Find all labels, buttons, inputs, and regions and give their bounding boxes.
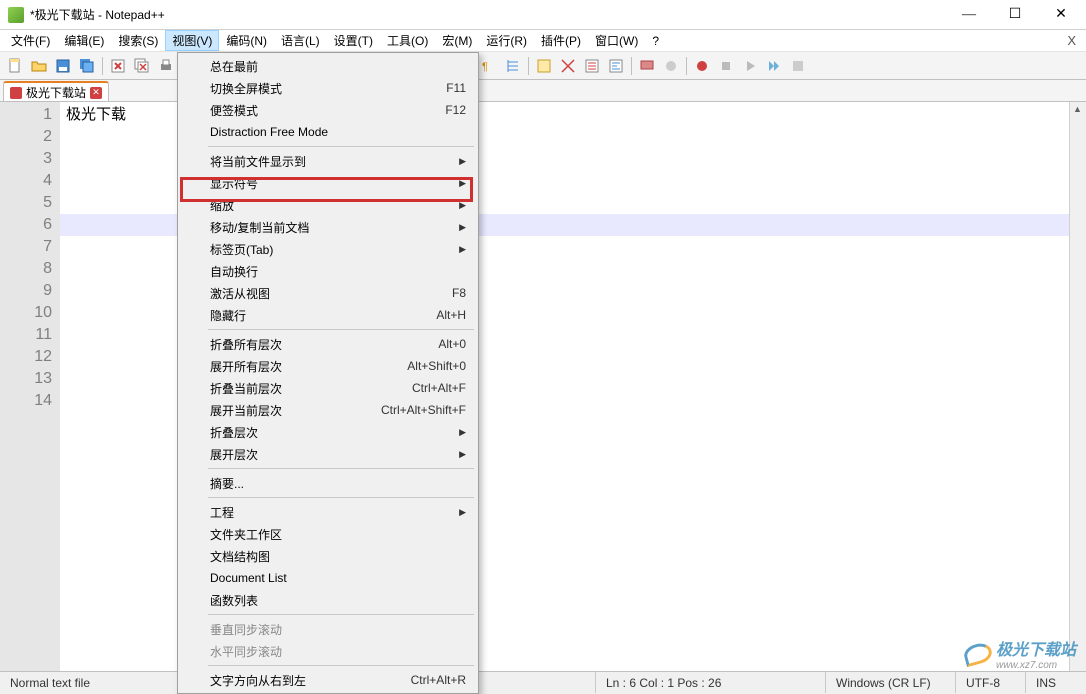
save-macro-icon	[787, 55, 809, 77]
file-tab[interactable]: 极光下载站 ✕	[3, 81, 109, 101]
menu-close-x[interactable]: X	[1067, 33, 1076, 48]
menu-doc-list[interactable]: Document List	[180, 567, 476, 589]
line-number-gutter: 1 2 3 4 5 6 7 8 9 10 11 12 13 14	[0, 102, 60, 690]
menu-settings[interactable]: 设置(T)	[327, 30, 380, 51]
menu-rtl[interactable]: 文字方向从右到左Ctrl+Alt+R	[180, 669, 476, 691]
menu-show-symbol[interactable]: 显示符号▶	[180, 172, 476, 194]
print-icon[interactable]	[155, 55, 177, 77]
menu-distraction-free[interactable]: Distraction Free Mode	[180, 121, 476, 143]
menu-project[interactable]: 工程▶	[180, 501, 476, 523]
menu-file[interactable]: 文件(F)	[4, 30, 57, 51]
status-insert-mode: INS	[1026, 672, 1086, 693]
menu-window[interactable]: 窗口(W)	[588, 30, 645, 51]
status-position: Ln : 6 Col : 1 Pos : 26	[596, 672, 826, 693]
menu-unfold-all[interactable]: 展开所有层次Alt+Shift+0	[180, 355, 476, 377]
menu-wordwrap[interactable]: 自动换行	[180, 260, 476, 282]
open-file-icon[interactable]	[28, 55, 50, 77]
show-all-icon[interactable]: ¶	[478, 55, 500, 77]
app-icon	[8, 7, 24, 23]
menu-run[interactable]: 运行(R)	[479, 30, 534, 51]
status-bar: Normal text file Ln : 6 Col : 1 Pos : 26…	[0, 671, 1086, 693]
menu-zoom[interactable]: 缩放▶	[180, 194, 476, 216]
save-all-icon[interactable]	[76, 55, 98, 77]
vertical-scrollbar[interactable]	[1069, 102, 1086, 690]
menu-move-clone[interactable]: 移动/复制当前文档▶	[180, 216, 476, 238]
func-list-icon[interactable]	[581, 55, 603, 77]
menu-folder-workspace[interactable]: 文件夹工作区	[180, 523, 476, 545]
menu-fold-all[interactable]: 折叠所有层次Alt+0	[180, 333, 476, 355]
menu-macro[interactable]: 宏(M)	[435, 30, 479, 51]
modified-icon	[10, 87, 22, 99]
menu-summary[interactable]: 摘要...	[180, 472, 476, 494]
window-title: *极光下载站 - Notepad++	[30, 6, 946, 23]
folder-ws-icon[interactable]	[605, 55, 627, 77]
tab-bar: 极光下载站 ✕	[0, 80, 1086, 102]
menu-view[interactable]: 视图(V)	[165, 30, 219, 51]
menu-focus-view[interactable]: 激活从视图F8	[180, 282, 476, 304]
minimize-button[interactable]: —	[946, 0, 992, 30]
menu-plugins[interactable]: 插件(P)	[534, 30, 588, 51]
close-button[interactable]: ✕	[1038, 0, 1084, 30]
status-filetype: Normal text file	[0, 672, 180, 693]
menu-encoding[interactable]: 编码(N)	[219, 30, 274, 51]
maximize-button[interactable]: ☐	[992, 0, 1038, 30]
menu-unfold-level[interactable]: 展开层次▶	[180, 443, 476, 465]
monitor-icon[interactable]	[636, 55, 658, 77]
watermark: 极光下载站 www.xz7.com	[964, 636, 1076, 671]
close-all-icon[interactable]	[131, 55, 153, 77]
menu-vsync: 垂直同步滚动	[180, 618, 476, 640]
svg-text:¶: ¶	[482, 61, 488, 73]
status-encoding: UTF-8	[956, 672, 1026, 693]
indent-guide-icon[interactable]	[502, 55, 524, 77]
menu-search[interactable]: 搜索(S)	[111, 30, 165, 51]
editor: 1 2 3 4 5 6 7 8 9 10 11 12 13 14 极光下载	[0, 102, 1086, 690]
record-icon[interactable]	[691, 55, 713, 77]
doc-map-icon[interactable]	[557, 55, 579, 77]
watermark-text: 极光下载站	[996, 636, 1076, 660]
save-icon[interactable]	[52, 55, 74, 77]
menu-hsync: 水平同步滚动	[180, 640, 476, 662]
monitor-off-icon	[660, 55, 682, 77]
menu-help[interactable]: ?	[645, 32, 666, 50]
stop-icon	[715, 55, 737, 77]
tab-close-icon[interactable]: ✕	[90, 87, 102, 99]
menu-language[interactable]: 语言(L)	[274, 30, 327, 51]
menu-unfold-current[interactable]: 展开当前层次Ctrl+Alt+Shift+F	[180, 399, 476, 421]
menu-hide-lines[interactable]: 隐藏行Alt+H	[180, 304, 476, 326]
menu-doc-map[interactable]: 文档结构图	[180, 545, 476, 567]
watermark-logo-icon	[962, 640, 994, 667]
menu-bar: 文件(F) 编辑(E) 搜索(S) 视图(V) 编码(N) 语言(L) 设置(T…	[0, 30, 1086, 52]
menu-fullscreen[interactable]: 切换全屏模式F11	[180, 77, 476, 99]
watermark-url: www.xz7.com	[996, 660, 1076, 671]
play-icon	[739, 55, 761, 77]
play-multi-icon	[763, 55, 785, 77]
close-file-icon[interactable]	[107, 55, 129, 77]
menu-postit[interactable]: 便签模式F12	[180, 99, 476, 121]
menu-fold-current[interactable]: 折叠当前层次Ctrl+Alt+F	[180, 377, 476, 399]
menu-tab-page[interactable]: 标签页(Tab)▶	[180, 238, 476, 260]
toolbar: ¶	[0, 52, 1086, 80]
menu-edit[interactable]: 编辑(E)	[57, 30, 111, 51]
menu-move-to[interactable]: 将当前文件显示到▶	[180, 150, 476, 172]
status-eol: Windows (CR LF)	[826, 672, 956, 693]
menu-tools[interactable]: 工具(O)	[380, 30, 435, 51]
lang-icon[interactable]	[533, 55, 555, 77]
menu-always-top[interactable]: 总在最前	[180, 55, 476, 77]
title-bar: *极光下载站 - Notepad++ — ☐ ✕	[0, 0, 1086, 30]
tab-label: 极光下载站	[26, 84, 86, 101]
view-dropdown: 总在最前 切换全屏模式F11 便签模式F12 Distraction Free …	[177, 52, 479, 694]
new-file-icon[interactable]	[4, 55, 26, 77]
menu-fold-level[interactable]: 折叠层次▶	[180, 421, 476, 443]
menu-func-list[interactable]: 函数列表	[180, 589, 476, 611]
